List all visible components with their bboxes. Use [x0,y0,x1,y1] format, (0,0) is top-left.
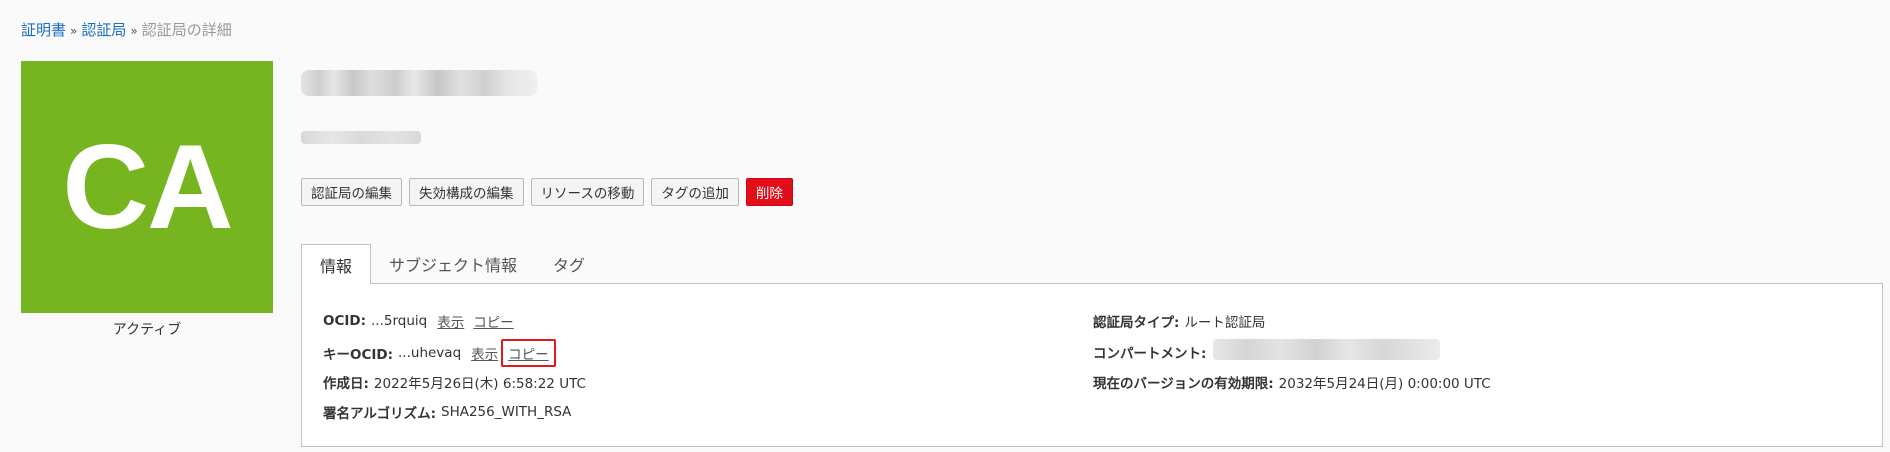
tab-tags[interactable]: タグ [535,244,603,283]
detail-tabs: 情報 サブジェクト情報 タグ [301,244,603,284]
breadcrumb-current: 認証局の詳細 [141,21,232,39]
created-label: 作成日: [323,376,369,392]
edit-ca-button[interactable]: 認証局の編集 [301,178,402,206]
breadcrumb-separator: » [130,24,138,38]
created-row: 作成日: 2022年5月26日(木) 6:58:22 UTC [323,372,586,392]
algorithm-value: SHA256_WITH_RSA [441,404,572,420]
compartment-label: コンパートメント: [1093,346,1207,362]
breadcrumb-separator: » [70,24,78,38]
breadcrumb-ca[interactable]: 認証局 [81,21,126,39]
redacted-compartment [1213,339,1440,360]
ocid-value: ...5rquiq [371,313,428,329]
key-ocid-row: キーOCID: ...uhevaq 表示 コピー [323,339,556,367]
move-resource-button[interactable]: リソースの移動 [530,178,645,206]
breadcrumb: 証明書» 認証局» 認証局の詳細 [21,19,232,40]
algorithm-row: 署名アルゴリズム: SHA256_WITH_RSA [323,402,571,422]
created-value: 2022年5月26日(木) 6:58:22 UTC [373,376,586,392]
redacted-subtitle [301,131,421,144]
ca-type-value: ルート認証局 [1184,315,1266,331]
info-panel: OCID: ...5rquiq 表示 コピー キーOCID: ...uhevaq… [301,283,1883,447]
ca-tile-text: CA [62,120,233,254]
ocid-copy-link[interactable]: コピー [473,311,514,331]
expiry-row: 現在のバージョンの有効期限: 2032年5月24日(月) 0:00:00 UTC [1093,372,1491,392]
redacted-ca-name [301,70,537,96]
expiry-label: 現在のバージョンの有効期限: [1093,376,1274,392]
expiry-value: 2032年5月24日(月) 0:00:00 UTC [1278,376,1491,392]
algorithm-label: 署名アルゴリズム: [323,406,436,422]
tab-subject-info[interactable]: サブジェクト情報 [371,244,535,283]
status-label: アクティブ [112,322,182,338]
ca-type-row: 認証局タイプ: ルート認証局 [1093,311,1265,331]
key-ocid-show-link[interactable]: 表示 [471,343,498,363]
edit-revocation-button[interactable]: 失効構成の編集 [409,178,524,206]
add-tags-button[interactable]: タグの追加 [651,178,739,206]
ca-icon-tile: CA [21,61,273,313]
key-ocid-copy-link[interactable]: コピー [501,339,556,367]
key-ocid-value: ...uhevaq [398,345,462,361]
compartment-row: コンパートメント: [1093,342,1211,362]
breadcrumb-certificates[interactable]: 証明書 [21,21,66,39]
ca-type-label: 認証局タイプ: [1093,315,1180,331]
ocid-row: OCID: ...5rquiq 表示 コピー [323,311,514,331]
ocid-label: OCID: [323,313,367,329]
key-ocid-label: キーOCID: [323,347,394,363]
delete-button[interactable]: 削除 [745,178,793,206]
ocid-show-link[interactable]: 表示 [437,311,464,331]
tab-info[interactable]: 情報 [301,244,372,284]
action-toolbar: 認証局の編集 失効構成の編集 リソースの移動 タグの追加 削除 [301,178,793,206]
